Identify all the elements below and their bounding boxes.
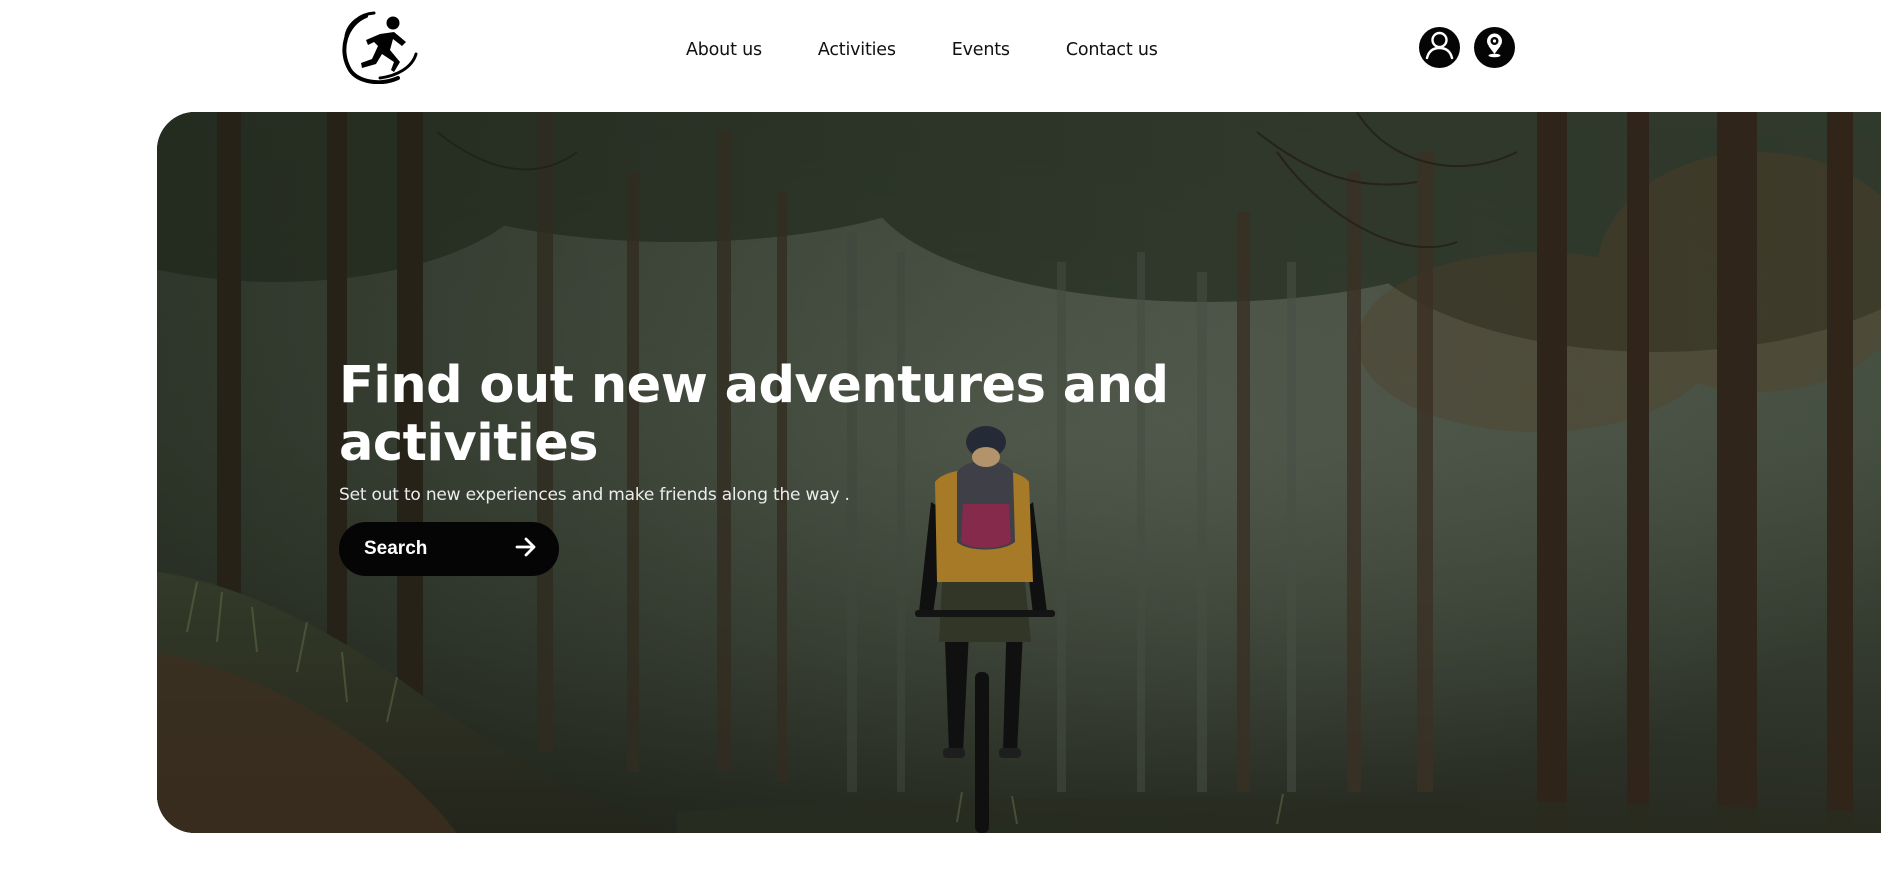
hero-title: Find out new adventures and activities	[339, 356, 1169, 473]
location-pin-icon	[1474, 25, 1515, 71]
nav-activities[interactable]: Activities	[818, 40, 896, 60]
nav-events[interactable]: Events	[952, 40, 1010, 60]
location-button[interactable]	[1474, 27, 1515, 68]
site-header: About us Activities Events Contact us	[0, 0, 1881, 104]
runner-logo-icon[interactable]	[336, 10, 420, 85]
account-button[interactable]	[1419, 27, 1460, 68]
search-button-label: Search	[364, 538, 428, 559]
nav-contact-us[interactable]: Contact us	[1066, 40, 1158, 60]
search-button[interactable]: Search	[339, 522, 559, 576]
hero-banner: Find out new adventures and activities S…	[157, 112, 1881, 833]
hero-subtitle: Set out to new experiences and make frie…	[339, 485, 850, 505]
arrow-right-icon	[515, 537, 537, 562]
main-nav: About us Activities Events Contact us	[686, 34, 1158, 66]
user-icon	[1419, 25, 1460, 71]
hero-content: Find out new adventures and activities S…	[339, 357, 1239, 576]
nav-about-us[interactable]: About us	[686, 40, 762, 60]
